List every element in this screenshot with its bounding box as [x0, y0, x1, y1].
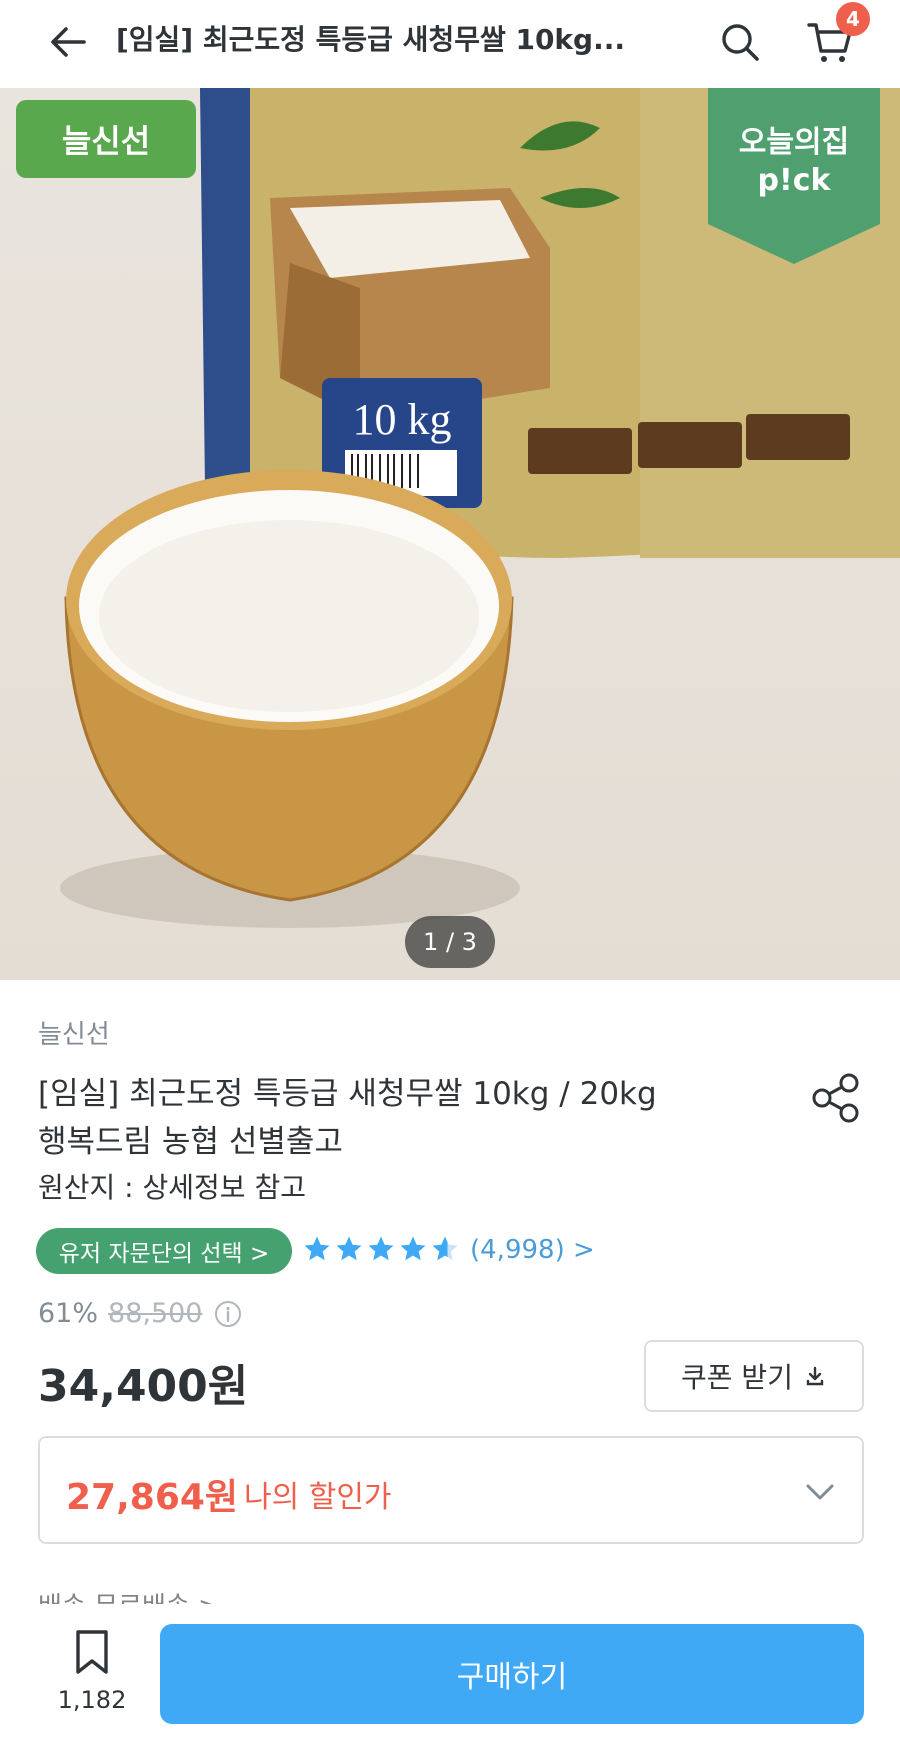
coupon-button-label: 쿠폰 받기 [681, 1361, 793, 1394]
bookmark-button[interactable]: 1,182 [54, 1628, 130, 1728]
arrow-left-icon [51, 27, 86, 57]
share-button[interactable] [806, 1068, 866, 1128]
bookmark-icon [76, 1630, 108, 1674]
search-icon [722, 24, 759, 61]
origin-info: 원산지 : 상세정보 참고 [38, 1171, 306, 1204]
my-discount-price-box[interactable]: 27,864원 나의 할인가 [38, 1436, 864, 1544]
top-app-bar: [임실] 최근도정 특등급 새청무쌀 10kg... 4 [0, 0, 900, 88]
product-title-line2: 행복드림 농협 선별출고 [38, 1124, 343, 1160]
chevron-down-icon [806, 1484, 834, 1500]
back-button[interactable] [40, 14, 96, 70]
image-counter: 1 / 3 [405, 916, 495, 968]
pick-badge-line2: p!ck [757, 163, 831, 198]
search-button[interactable] [712, 14, 768, 70]
advisor-choice-badge[interactable]: 유저 자문단의 선택 > [36, 1228, 292, 1274]
coupon-download-button[interactable]: 쿠폰 받기 [644, 1340, 864, 1412]
review-count-link[interactable]: (4,998) > [470, 1232, 595, 1268]
my-discount-label: 나의 할인가 [244, 1480, 392, 1515]
share-icon [812, 1073, 859, 1123]
original-price: 88,500 [108, 1298, 203, 1329]
info-icon[interactable] [213, 1299, 243, 1329]
star-icon [336, 1236, 362, 1261]
buy-button[interactable]: 구매하기 [160, 1624, 864, 1724]
brand-name[interactable]: 늘신선 [38, 1014, 110, 1051]
star-icon [304, 1236, 330, 1261]
product-title: [임실] 최근도정 특등급 새청무쌀 10kg / 20kg 행복드림 농협 선… [38, 1070, 738, 1166]
discount-rate: 61% [38, 1298, 99, 1329]
product-image-carousel[interactable]: 10 kg 늘신선 오늘의집 p!ck 1 / 3 [0, 88, 900, 980]
seller-label: 늘신선 [16, 100, 196, 178]
bookmark-count: 1,182 [57, 1686, 127, 1714]
discount-row: 61% 88,500 [38, 1298, 243, 1329]
star-icon [400, 1236, 426, 1261]
pick-badge: 오늘의집 p!ck [708, 124, 880, 200]
page-title: [임실] 최근도정 특등급 새청무쌀 10kg... [116, 23, 626, 56]
download-icon [806, 1366, 824, 1386]
svg-text:10 kg: 10 kg [353, 395, 452, 444]
my-discount-price: 27,864원 [66, 1477, 239, 1518]
bottom-action-bar: 1,182 구매하기 [0, 1604, 900, 1754]
pick-badge-line1: 오늘의집 [738, 125, 850, 160]
sale-price: 34,400원 [38, 1361, 249, 1412]
product-title-line1: [임실] 최근도정 특등급 새청무쌀 10kg / 20kg [38, 1076, 657, 1112]
half-star-icon [432, 1236, 458, 1261]
rating-stars [302, 1234, 460, 1264]
star-icon [368, 1236, 394, 1261]
cart-count-badge: 4 [836, 2, 870, 36]
